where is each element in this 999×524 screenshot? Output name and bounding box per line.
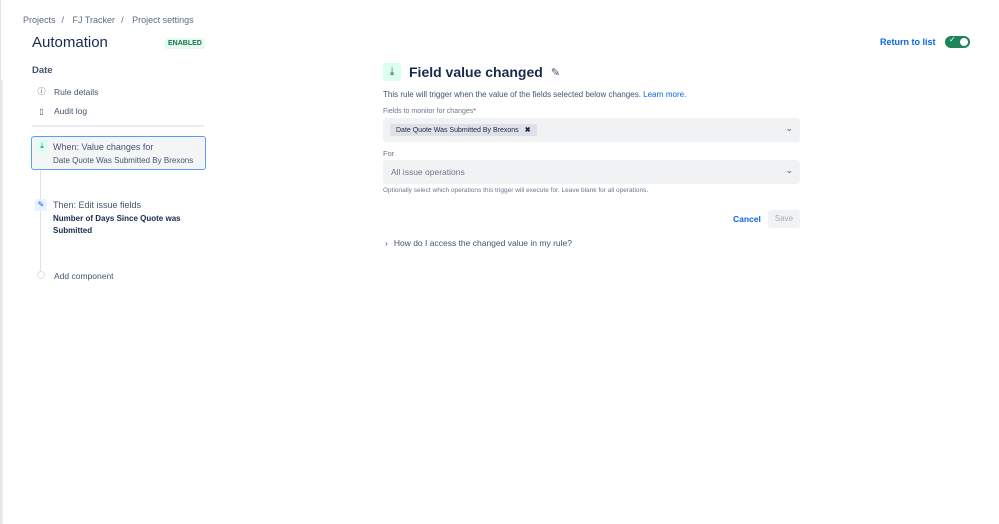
toggle-knob bbox=[960, 38, 968, 46]
faq-label: How do I access the changed value in my … bbox=[393, 238, 572, 248]
add-dot-icon bbox=[37, 271, 45, 279]
fields-label-text: Fields to monitor for changes bbox=[383, 108, 474, 115]
document-icon: ▯ bbox=[39, 106, 44, 116]
fields-label: Fields to monitor for changes* bbox=[383, 108, 476, 115]
edit-pencil-icon[interactable]: ✎ bbox=[551, 66, 560, 79]
info-icon: ⓘ bbox=[37, 87, 46, 96]
panel-description: This rule will trigger when the value of… bbox=[383, 90, 686, 99]
check-icon: ✓ bbox=[949, 35, 956, 44]
action-title: Then: Edit issue fields bbox=[53, 200, 142, 210]
panel-header: ⤓ Field value changed ✎ bbox=[383, 63, 560, 81]
trigger-subtitle: Date Quote Was Submitted By Brexons bbox=[53, 156, 194, 165]
action-subtitle: Number of Days Since Quote was Submitted bbox=[53, 214, 181, 235]
status-badge: ENABLED bbox=[165, 38, 205, 49]
rule-enabled-toggle[interactable]: ✓ bbox=[945, 35, 970, 48]
chevron-right-icon: › bbox=[385, 238, 388, 248]
nav-rule-details[interactable]: ⓘ Rule details bbox=[37, 86, 99, 97]
tag-label: Date Quote Was Submitted By Brexons bbox=[396, 127, 519, 134]
pencil-icon: ✎ bbox=[35, 199, 47, 211]
operations-help-text: Optionally select which operations this … bbox=[383, 187, 649, 194]
nav-label: Audit log bbox=[54, 106, 88, 116]
fields-select[interactable]: Date Quote Was Submitted By Brexons ✖ ⌄ bbox=[383, 118, 800, 142]
page-title: Automation bbox=[32, 34, 108, 51]
operations-select[interactable]: All issue operations ⌄ bbox=[383, 160, 800, 184]
field-changed-icon: ⤓ bbox=[36, 140, 48, 152]
save-button[interactable]: Save bbox=[768, 210, 800, 228]
divider bbox=[32, 125, 204, 127]
breadcrumb-separator: / bbox=[121, 15, 124, 25]
scroll-edge bbox=[1, 80, 3, 524]
operations-placeholder: All issue operations bbox=[391, 167, 465, 177]
rule-name: Date bbox=[32, 65, 53, 76]
remove-tag-icon[interactable]: ✖ bbox=[525, 127, 531, 134]
action-component[interactable]: ✎ Then: Edit issue fields Number of Days… bbox=[31, 198, 206, 240]
faq-expander[interactable]: › How do I access the changed value in my… bbox=[385, 238, 572, 248]
return-to-list-link[interactable]: Return to list bbox=[880, 37, 936, 47]
add-component-button[interactable]: Add component bbox=[54, 271, 114, 281]
nav-audit-log[interactable]: ▯ Audit log bbox=[37, 106, 87, 116]
panel-title: Field value changed bbox=[409, 64, 543, 80]
breadcrumb: Projects / FJ Tracker / Project settings bbox=[23, 15, 200, 25]
nav-label: Rule details bbox=[54, 86, 99, 97]
learn-more-link[interactable]: Learn more. bbox=[643, 90, 686, 99]
breadcrumb-projects[interactable]: Projects bbox=[23, 15, 56, 25]
description-text: This rule will trigger when the value of… bbox=[383, 90, 641, 99]
selected-field-tag: Date Quote Was Submitted By Brexons ✖ bbox=[390, 124, 537, 136]
chevron-down-icon[interactable]: ⌄ bbox=[785, 165, 793, 176]
breadcrumb-separator: / bbox=[61, 15, 65, 25]
breadcrumb-settings[interactable]: Project settings bbox=[132, 15, 194, 25]
chevron-down-icon[interactable]: ⌄ bbox=[785, 123, 793, 134]
cancel-button[interactable]: Cancel bbox=[733, 214, 761, 224]
for-label: For bbox=[383, 149, 395, 158]
required-mark: * bbox=[473, 108, 476, 115]
breadcrumb-project[interactable]: FJ Tracker bbox=[73, 15, 116, 25]
trigger-title: When: Value changes for bbox=[53, 142, 154, 152]
trigger-component[interactable]: ⤓ When: Value changes for Date Quote Was… bbox=[31, 136, 206, 170]
field-changed-icon: ⤓ bbox=[383, 63, 401, 81]
